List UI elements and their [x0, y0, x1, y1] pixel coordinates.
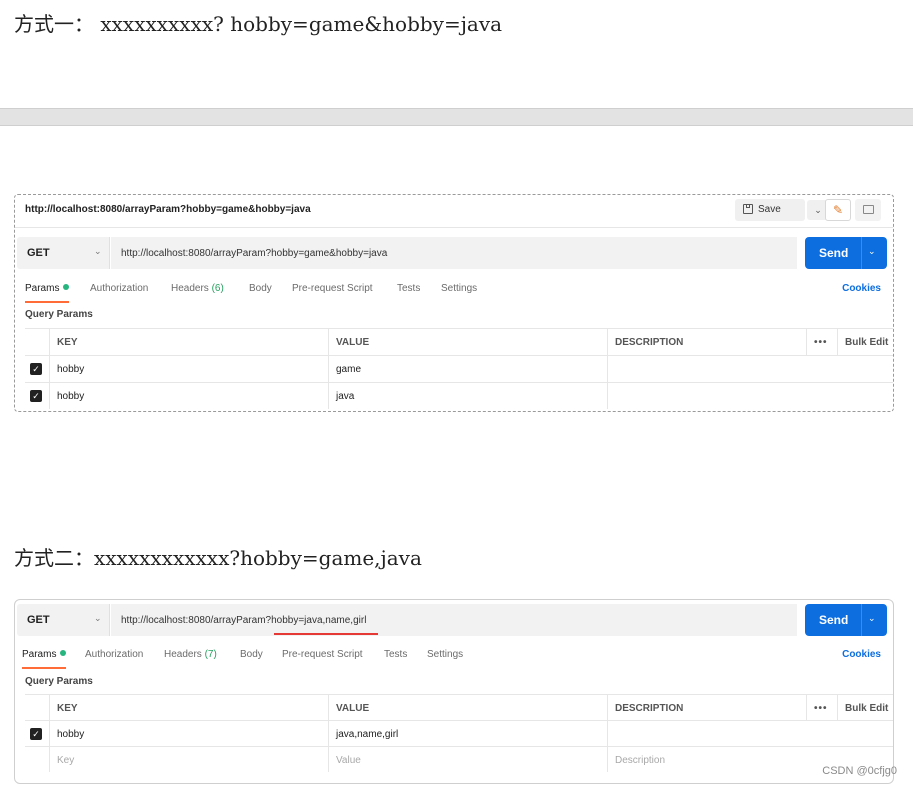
chevron-down-icon: ⌄ — [94, 246, 102, 256]
chevron-down-icon[interactable]: ⌄ — [868, 613, 876, 624]
tab-tests[interactable]: Tests — [397, 283, 420, 294]
description-column-header: DESCRIPTION — [607, 329, 806, 355]
tab-body[interactable]: Body — [249, 283, 272, 294]
value-placeholder[interactable]: Value — [328, 747, 607, 772]
request-title-url: http://localhost:8080/arrayParam?hobby=g… — [25, 204, 311, 215]
pencil-icon[interactable]: ✎ — [825, 199, 851, 221]
send-separator — [861, 604, 862, 636]
table-row-placeholder: Key Value Description — [25, 746, 893, 772]
tab-settings[interactable]: Settings — [427, 649, 463, 660]
send-button[interactable]: Send ⌄ — [805, 237, 887, 269]
more-options-icon[interactable]: ••• — [806, 695, 837, 720]
method-select[interactable]: GET ⌄ — [17, 237, 110, 269]
tab-params-label: Params — [22, 649, 57, 660]
tab-authorization[interactable]: Authorization — [85, 649, 143, 660]
row-checkbox-cell[interactable]: ✓ — [25, 721, 49, 746]
value-column-header: VALUE — [328, 329, 607, 355]
save-button[interactable]: Save ⌄ — [735, 199, 829, 221]
row-checkbox-cell[interactable]: ✓ — [25, 356, 49, 382]
send-label: Send — [819, 246, 849, 260]
request-row: GET ⌄ Send ⌄ — [17, 237, 891, 269]
tab-settings[interactable]: Settings — [441, 283, 477, 294]
table-row: ✓ hobby java,name,girl — [25, 720, 893, 746]
bulk-edit-button[interactable]: Bulk Edit — [837, 329, 893, 355]
tab-authorization[interactable]: Authorization — [90, 283, 148, 294]
param-description[interactable] — [607, 383, 806, 409]
key-placeholder[interactable]: Key — [49, 747, 328, 772]
tab-params-label: Params — [25, 283, 60, 294]
request-tabs: Params Authorization Headers (7) Body Pr… — [22, 649, 881, 671]
value-column-header: VALUE — [328, 695, 607, 720]
save-label: Save — [758, 204, 781, 215]
param-description[interactable] — [607, 721, 806, 746]
param-description[interactable] — [607, 356, 806, 382]
checkbox-checked-icon[interactable]: ✓ — [30, 390, 42, 402]
query-params-label: Query Params — [25, 309, 93, 320]
request-title-row: http://localhost:8080/arrayParam?hobby=g… — [15, 195, 893, 228]
request-tabs: Params Authorization Headers (6) Body Pr… — [25, 283, 881, 305]
toolbar-divider — [0, 108, 913, 126]
description-placeholder[interactable]: Description — [607, 747, 806, 772]
heading-method-two: 方式二：xxxxxxxxxxxx?hobby=game,java — [14, 546, 422, 570]
checkbox-column-header — [25, 695, 49, 720]
key-column-header: KEY — [49, 695, 328, 720]
query-params-label: Query Params — [25, 676, 93, 687]
url-input[interactable] — [111, 604, 797, 636]
key-column-header: KEY — [49, 329, 328, 355]
param-key[interactable]: hobby — [49, 383, 328, 409]
watermark: CSDN @0cfjg0 — [822, 765, 897, 777]
description-column-header: DESCRIPTION — [607, 695, 806, 720]
comment-icon — [863, 205, 874, 214]
annotation-underline — [274, 633, 378, 635]
tab-headers-label: Headers — [164, 649, 202, 660]
table-row: ✓ hobby java — [25, 382, 893, 409]
method-select[interactable]: GET ⌄ — [17, 604, 110, 636]
table-header-row: KEY VALUE DESCRIPTION ••• Bulk Edit — [25, 694, 893, 720]
heading-method-one: 方式一： xxxxxxxxxx? hobby=game&hobby=java — [14, 12, 503, 36]
request-panel-one: http://localhost:8080/arrayParam?hobby=g… — [14, 194, 894, 412]
tab-params[interactable]: Params — [25, 283, 70, 303]
request-row: GET ⌄ Send ⌄ — [17, 604, 891, 636]
more-options-icon[interactable]: ••• — [806, 329, 837, 355]
checkbox-checked-icon[interactable]: ✓ — [30, 363, 42, 375]
url-input[interactable] — [111, 237, 797, 269]
headers-count: (7) — [204, 649, 217, 660]
tab-pre-request-script[interactable]: Pre-request Script — [292, 283, 373, 294]
table-header-row: KEY VALUE DESCRIPTION ••• Bulk Edit — [25, 328, 893, 355]
method-label: GET — [27, 247, 50, 259]
checkbox-checked-icon[interactable]: ✓ — [30, 728, 42, 740]
tab-pre-request-script[interactable]: Pre-request Script — [282, 649, 363, 660]
bulk-edit-button[interactable]: Bulk Edit — [837, 695, 893, 720]
floppy-disk-icon — [743, 204, 753, 214]
status-dot-icon — [60, 650, 67, 656]
send-button[interactable]: Send ⌄ — [805, 604, 887, 636]
headers-count: (6) — [211, 283, 224, 294]
chevron-down-icon: ⌄ — [94, 613, 102, 623]
tab-tests[interactable]: Tests — [384, 649, 407, 660]
comment-button[interactable] — [855, 199, 881, 221]
param-key[interactable]: hobby — [49, 721, 328, 746]
send-separator — [861, 237, 862, 269]
cookies-link[interactable]: Cookies — [842, 649, 881, 660]
send-label: Send — [819, 613, 849, 627]
tab-body[interactable]: Body — [240, 649, 263, 660]
tab-headers[interactable]: Headers (6) — [171, 283, 224, 294]
method-label: GET — [27, 614, 50, 626]
row-checkbox-cell — [25, 747, 49, 772]
param-value[interactable]: game — [328, 356, 607, 382]
tab-headers-label: Headers — [171, 283, 209, 294]
chevron-down-icon[interactable]: ⌄ — [868, 246, 876, 257]
checkbox-column-header — [25, 329, 49, 355]
tab-headers[interactable]: Headers (7) — [164, 649, 217, 660]
cookies-link[interactable]: Cookies — [842, 283, 881, 294]
row-checkbox-cell[interactable]: ✓ — [25, 383, 49, 409]
request-panel-two: GET ⌄ Send ⌄ Params Authorization Header… — [14, 599, 894, 784]
table-row: ✓ hobby game — [25, 355, 893, 382]
status-dot-icon — [63, 284, 70, 290]
param-value[interactable]: java — [328, 383, 607, 409]
param-value[interactable]: java,name,girl — [328, 721, 607, 746]
param-key[interactable]: hobby — [49, 356, 328, 382]
tab-params[interactable]: Params — [22, 649, 67, 669]
